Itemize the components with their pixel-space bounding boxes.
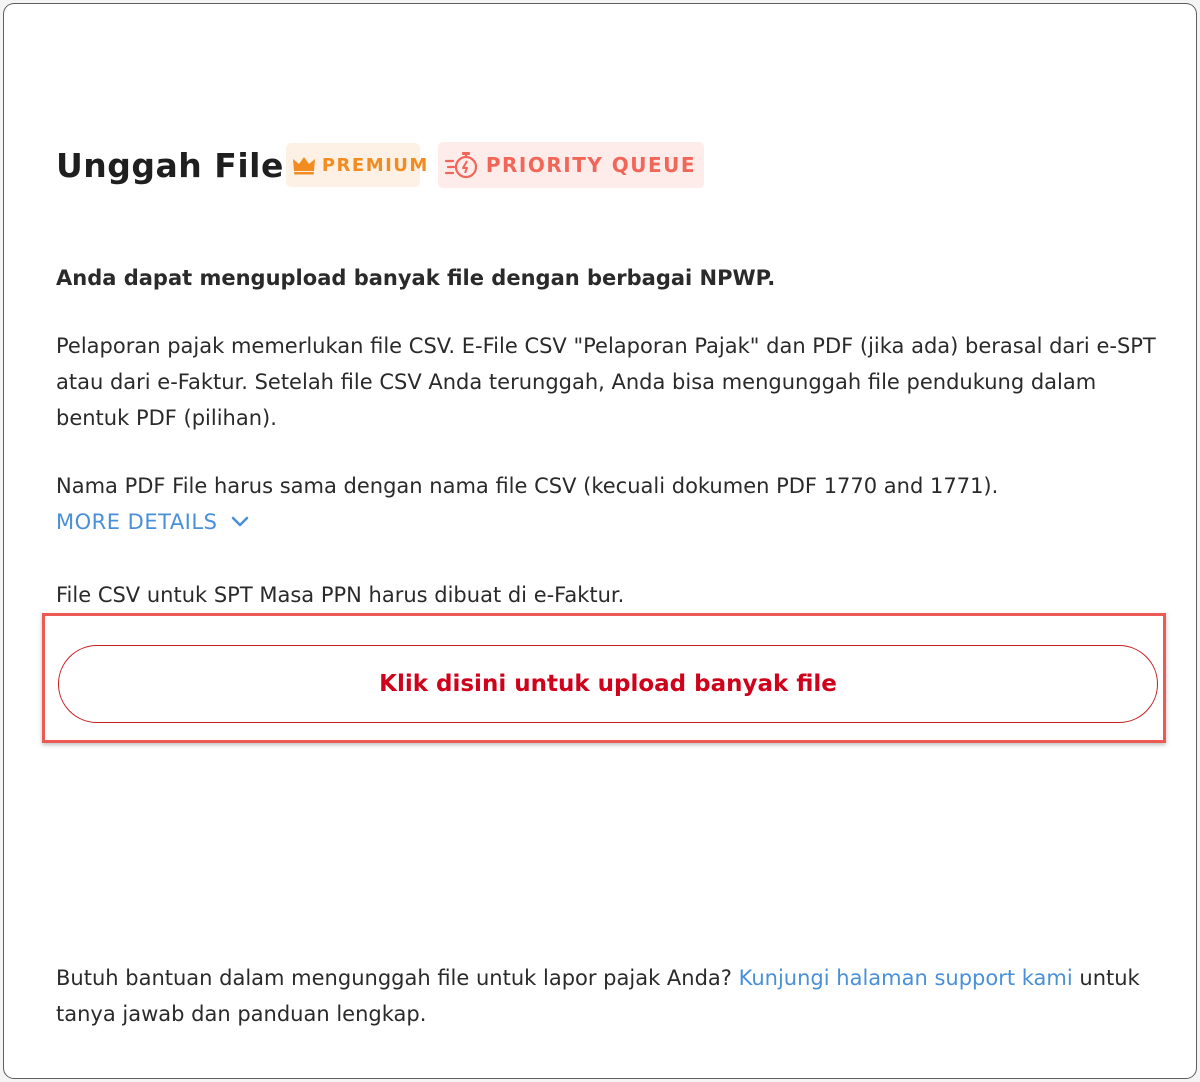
intro-paragraph-csv: Pelaporan pajak memerlukan file CSV. E-F… xyxy=(56,334,1156,430)
intro-lead: Anda dapat mengupload banyak file dengan… xyxy=(56,266,776,290)
crown-icon xyxy=(292,157,315,175)
page-background: Unggah File PREMIUM PRIORITY QUEUE Anda … xyxy=(0,0,1200,1082)
upload-files-button[interactable]: Klik disini untuk upload banyak file xyxy=(58,645,1158,723)
support-page-link[interactable]: Kunjungi halaman support kami xyxy=(739,966,1073,990)
title-row: Unggah File PREMIUM PRIORITY QUEUE xyxy=(56,141,704,189)
page-title: Unggah File xyxy=(56,145,284,185)
priority-queue-badge: PRIORITY QUEUE xyxy=(437,142,704,188)
intro-paragraph-pdf-name: Nama PDF File harus sama dengan nama fil… xyxy=(56,474,999,498)
intro-paragraph-ppn: File CSV untuk SPT Masa PPN harus dibuat… xyxy=(56,583,625,607)
premium-badge: PREMIUM xyxy=(285,143,427,187)
more-details-toggle[interactable]: MORE DETAILS xyxy=(56,504,249,540)
more-details-label: MORE DETAILS xyxy=(56,510,218,534)
upload-panel: Unggah File PREMIUM PRIORITY QUEUE Anda … xyxy=(4,4,1196,1078)
priority-queue-badge-label: PRIORITY QUEUE xyxy=(485,153,697,177)
premium-badge-label: PREMIUM xyxy=(321,154,429,176)
stopwatch-icon xyxy=(444,152,477,179)
help-text: Butuh bantuan dalam mengunggah file untu… xyxy=(56,960,1166,1032)
chevron-down-icon xyxy=(232,516,249,527)
help-text-prefix: Butuh bantuan dalam mengunggah file untu… xyxy=(56,966,739,990)
